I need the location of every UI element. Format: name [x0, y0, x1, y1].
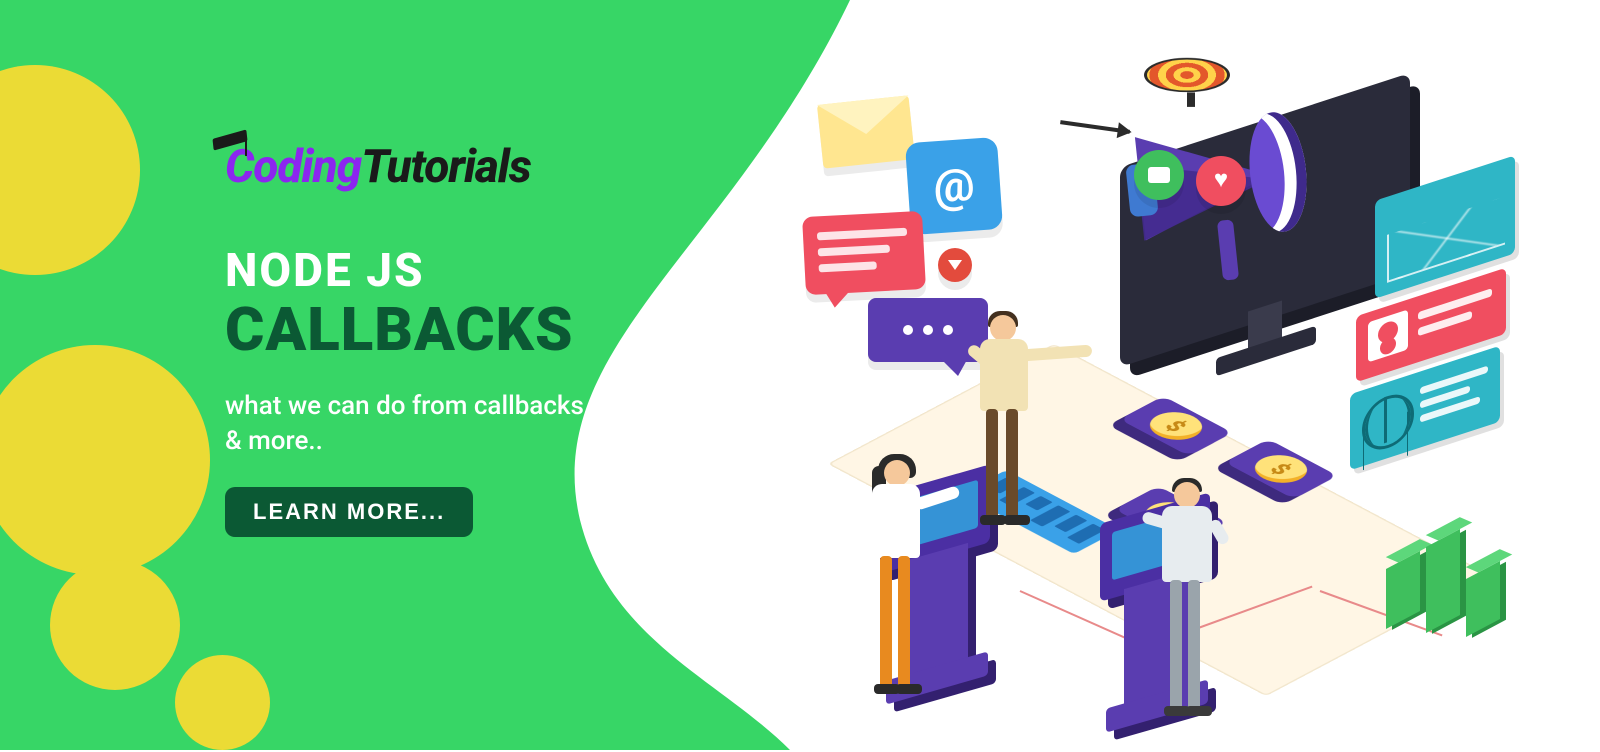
hero-content: CodingTutorials NODE JS CALLBACKS what w…	[225, 140, 605, 537]
illus-person-user-left	[830, 460, 960, 730]
hero-subtitle: what we can do from callbacks & more..	[225, 389, 605, 459]
learn-more-button[interactable]: LEARN MORE...	[225, 487, 473, 537]
decor-circle	[175, 655, 270, 750]
chat-bubble-icon	[802, 211, 926, 295]
envelope-icon	[817, 95, 915, 168]
like-circle-icon	[1196, 156, 1246, 206]
graduation-cap-icon	[211, 134, 249, 152]
hero-eyebrow: NODE JS	[225, 244, 605, 298]
illus-bar-3d	[1426, 529, 1460, 633]
message-circle-icon	[1134, 150, 1184, 200]
illus-person-presenter	[950, 315, 1070, 545]
illus-person-user-right	[1128, 482, 1258, 752]
target-icon	[1144, 58, 1230, 92]
hero-illustration: @	[760, 30, 1560, 730]
arrow-icon	[1060, 120, 1130, 134]
logo-word-tutorials: Tutorials	[361, 140, 531, 194]
hero-title: CALLBACKS	[225, 294, 605, 365]
site-logo: CodingTutorials	[225, 140, 605, 194]
notification-icon	[938, 248, 972, 282]
decor-circle	[50, 560, 180, 690]
